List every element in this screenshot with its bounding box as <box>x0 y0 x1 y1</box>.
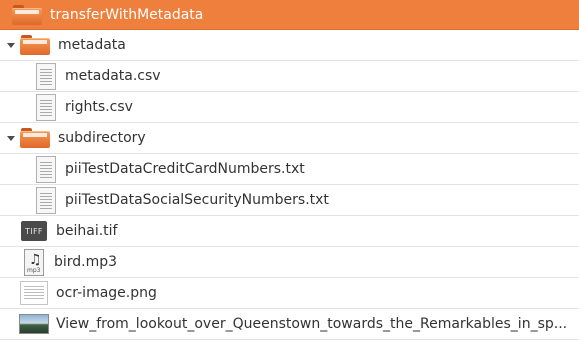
folder-icon <box>20 128 50 148</box>
photo-thumbnail-icon <box>19 314 49 334</box>
file-label: piiTestDataCreditCardNumbers.txt <box>65 161 305 177</box>
tiff-file-icon: TIFF <box>21 221 47 241</box>
tree-row-file[interactable]: TIFF beihai.tif <box>0 216 579 247</box>
folder-label: metadata <box>58 37 126 53</box>
file-tree: transferWithMetadata metadata metadata.c… <box>0 0 579 340</box>
tiff-badge: TIFF <box>25 226 43 236</box>
file-label: beihai.tif <box>56 223 118 239</box>
mp3-badge: mp3 <box>27 266 41 274</box>
file-label: piiTestDataSocialSecurityNumbers.txt <box>65 192 329 208</box>
text-file-icon <box>36 155 56 183</box>
music-note-icon: ♫ <box>29 251 42 268</box>
tree-row-file[interactable]: ♫ mp3 bird.mp3 <box>0 247 579 278</box>
expander-icon[interactable] <box>6 40 16 50</box>
tree-row-file[interactable]: piiTestDataCreditCardNumbers.txt <box>0 154 579 185</box>
tree-row-file[interactable]: rights.csv <box>0 92 579 123</box>
folder-label: subdirectory <box>58 130 146 146</box>
tree-row-root-folder[interactable]: transferWithMetadata <box>0 0 579 30</box>
expander-icon[interactable] <box>6 133 16 143</box>
file-label: ocr-image.png <box>56 285 157 301</box>
tree-row-file[interactable]: metadata.csv <box>0 61 579 92</box>
folder-icon <box>20 35 50 55</box>
folder-icon <box>12 4 42 25</box>
tree-row-file[interactable]: piiTestDataSocialSecurityNumbers.txt <box>0 185 579 216</box>
tree-row-folder-subdirectory[interactable]: subdirectory <box>0 123 579 154</box>
root-folder-label: transferWithMetadata <box>50 6 204 23</box>
text-file-icon <box>36 93 56 121</box>
audio-file-icon: ♫ mp3 <box>24 248 44 276</box>
file-label: View_from_lookout_over_Queenstown_toward… <box>56 316 568 332</box>
text-file-icon <box>36 62 56 90</box>
text-file-icon <box>36 186 56 214</box>
tree-row-file[interactable]: View_from_lookout_over_Queenstown_toward… <box>0 309 579 340</box>
file-label: metadata.csv <box>65 68 161 84</box>
tree-row-file[interactable]: ocr-image.png <box>0 278 579 309</box>
file-label: bird.mp3 <box>54 254 118 270</box>
image-file-icon <box>20 281 48 305</box>
file-label: rights.csv <box>65 99 133 115</box>
tree-row-folder-metadata[interactable]: metadata <box>0 30 579 61</box>
